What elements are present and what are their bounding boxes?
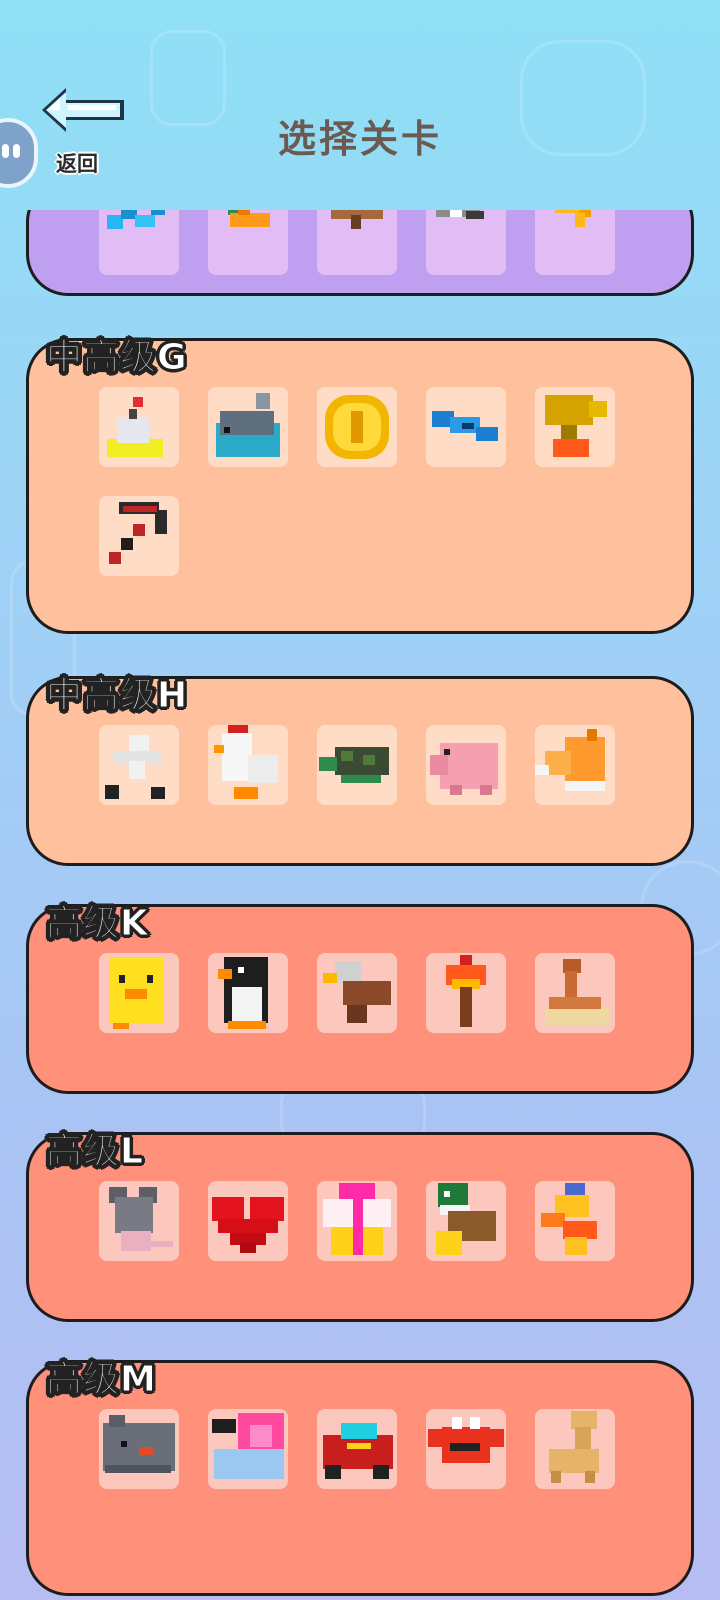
whale-icon [216, 393, 280, 457]
level-tile[interactable] [535, 1409, 615, 1489]
top-bar: 返回 选择关卡 [0, 0, 720, 210]
pig-icon [430, 743, 498, 795]
level-tile[interactable] [426, 387, 506, 467]
level-tile[interactable] [535, 953, 615, 1033]
yellow-chick-icon [109, 957, 163, 1029]
gift-box-icon [323, 1183, 391, 1255]
level-tile[interactable] [208, 1181, 288, 1261]
snake-icon [545, 959, 609, 1025]
penguin-icon [218, 957, 268, 1029]
level-title: 中高级H [45, 675, 189, 717]
level-tile[interactable] [99, 387, 179, 467]
level-tile[interactable] [99, 953, 179, 1033]
corgi-icon [535, 729, 605, 791]
level-tile[interactable] [426, 1181, 506, 1261]
gold-coin-icon [325, 395, 389, 459]
bomb-icon [107, 397, 163, 457]
level-list[interactable]: 中高级G 中高级H 高级K 高级L 高级M [0, 210, 720, 1600]
heart-icon [212, 1197, 284, 1253]
level-tile[interactable] [426, 210, 506, 275]
level-tile[interactable] [208, 210, 288, 275]
rhino-icon [103, 1415, 175, 1473]
fish-toy-icon [541, 1183, 597, 1255]
level-tile[interactable] [426, 1409, 506, 1489]
alpaca-icon [549, 1411, 599, 1483]
level-tile[interactable] [426, 953, 506, 1033]
level-title: 高级K [46, 903, 149, 945]
level-tile[interactable] [317, 1409, 397, 1489]
level-title: 中高级G [46, 337, 188, 379]
yellow-shape-icon [555, 210, 591, 227]
level-tile[interactable] [99, 210, 179, 275]
duck-icon [436, 1183, 496, 1255]
page-title: 选择关卡 [277, 117, 442, 161]
level-tile[interactable] [317, 725, 397, 805]
brown-animal-icon [331, 210, 383, 229]
level-tile[interactable] [535, 210, 615, 275]
level-tile[interactable] [535, 387, 615, 467]
level-tile[interactable] [535, 1181, 615, 1261]
race-car-icon [323, 1423, 393, 1479]
crab-icon [428, 1417, 504, 1463]
chicken-icon [214, 725, 278, 799]
snail-icon [212, 1413, 284, 1479]
level-panel [26, 210, 694, 296]
level-tile[interactable] [208, 725, 288, 805]
level-title: 高级L [46, 1131, 144, 1173]
level-tile[interactable] [535, 725, 615, 805]
skeleton-icon [105, 735, 165, 799]
level-tile[interactable] [208, 387, 288, 467]
level-title: 高级M [46, 1359, 157, 1401]
blue-fish-icon [432, 411, 498, 441]
level-tile[interactable] [317, 953, 397, 1033]
orange-dino-icon [228, 210, 270, 227]
mouse-icon [109, 1187, 173, 1251]
level-tile[interactable] [317, 1181, 397, 1261]
level-tile[interactable] [317, 387, 397, 467]
torch-icon [446, 955, 486, 1027]
level-tile[interactable] [99, 496, 179, 576]
level-panel [26, 338, 694, 634]
eagle-icon [323, 961, 391, 1023]
level-tile[interactable] [317, 210, 397, 275]
level-tile[interactable] [426, 725, 506, 805]
gray-robot-icon [436, 210, 484, 219]
turtle-icon [319, 747, 389, 783]
level-tile[interactable] [208, 953, 288, 1033]
level-tile[interactable] [99, 1409, 179, 1489]
blue-shape-icon [107, 210, 165, 229]
level-tile[interactable] [208, 1409, 288, 1489]
level-tile[interactable] [99, 725, 179, 805]
level-tile[interactable] [99, 1181, 179, 1261]
pickaxe-icon [109, 502, 167, 564]
trophy-icon [545, 395, 607, 457]
